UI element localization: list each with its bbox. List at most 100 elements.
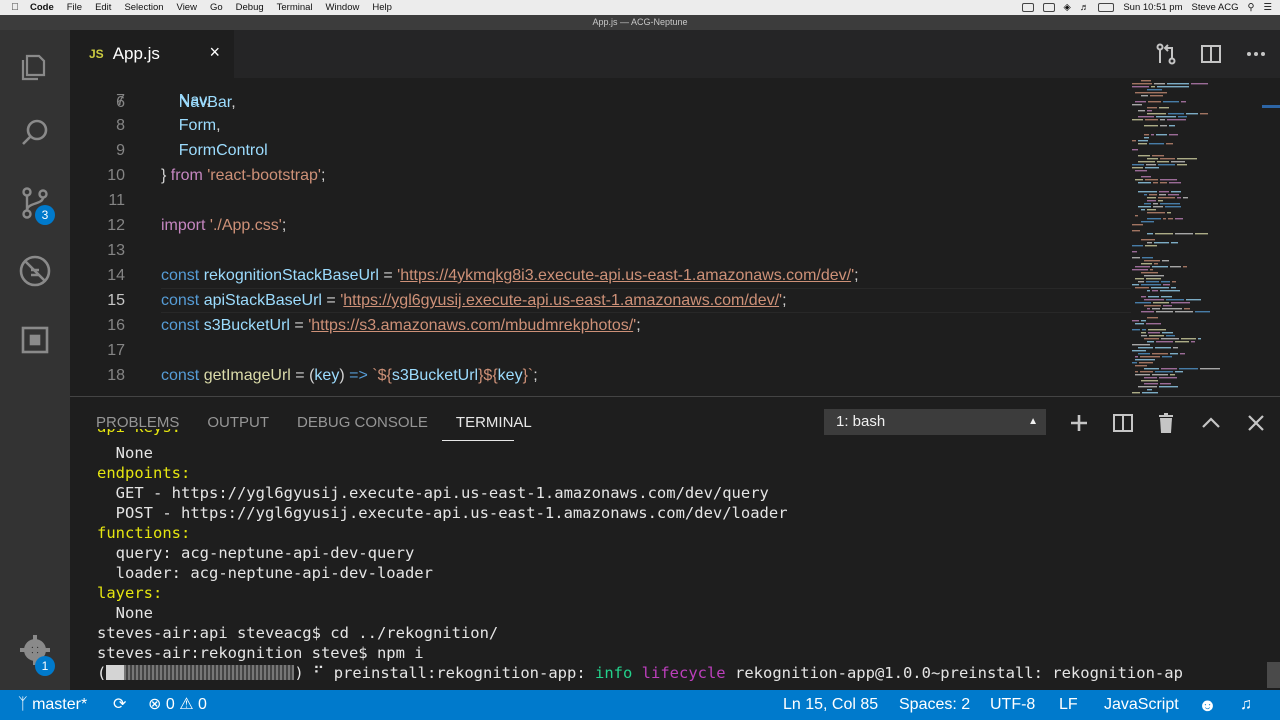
minimap-stroke (1153, 203, 1158, 205)
js-file-icon: JS (89, 47, 104, 61)
minimap-stroke (1175, 371, 1183, 373)
minimap-stroke (1157, 161, 1169, 163)
menu-selection[interactable]: Selection (124, 2, 163, 13)
tab-close-icon[interactable]: × (209, 42, 220, 63)
problems-indicator[interactable]: ⊗ 0 ⚠ 0 (148, 690, 207, 720)
minimap-stroke (1200, 368, 1220, 370)
minimap-stroke (1161, 368, 1177, 370)
editor-scrollbar[interactable] (1262, 78, 1280, 396)
code-line: 11 (70, 188, 1130, 213)
menu-terminal[interactable]: Terminal (277, 2, 313, 13)
terminal-output[interactable]: api keys: None endpoints: GET - https://y… (97, 429, 1267, 691)
minimap-stroke (1179, 368, 1198, 370)
minimap-stroke (1169, 134, 1178, 136)
terminal-select-value: 1: bash (836, 413, 886, 430)
code-editor[interactable]: 6 NavBar, 7 Nav, 8 Form, 9 FormControl 10} … (70, 78, 1280, 396)
apple-icon[interactable]:  (0, 2, 30, 13)
minimap-stroke (1141, 335, 1147, 337)
more-actions-icon[interactable] (1244, 42, 1268, 66)
menu-edit[interactable]: Edit (95, 2, 111, 13)
minimap-stroke (1168, 113, 1184, 115)
menu-debug[interactable]: Debug (236, 2, 264, 13)
display-icon[interactable] (1042, 3, 1055, 12)
wifi-icon[interactable]: ◈ (1064, 2, 1071, 13)
minimap-stroke (1155, 347, 1171, 349)
menu-go[interactable]: Go (210, 2, 223, 13)
minimap-stroke (1132, 251, 1137, 253)
cursor-position[interactable]: Ln 15, Col 85 (783, 690, 878, 720)
minimap-stroke (1154, 83, 1165, 85)
line-number: 18 (107, 367, 125, 384)
battery-icon[interactable] (1098, 3, 1115, 12)
minimap-stroke (1183, 266, 1187, 268)
code-line: 16 const s3BucketUrl = 'https://s3.amazon… (70, 313, 1130, 338)
code-text: } from 'react-bootstrap'; (161, 167, 326, 184)
minimap-stroke (1147, 317, 1158, 319)
minimap-stroke (1160, 119, 1165, 121)
notifications-bell-icon[interactable]: ♫ (1240, 690, 1252, 720)
minimap-stroke (1152, 353, 1168, 355)
git-branch[interactable]: ᛉ master* (18, 690, 87, 720)
menubar-user[interactable]: Steve ACG (1192, 2, 1239, 13)
minimap-stroke (1146, 164, 1156, 166)
scm-badge: 3 (35, 205, 55, 225)
indentation[interactable]: Spaces: 2 (899, 690, 970, 720)
sync-icon[interactable]: ⟳ (113, 690, 126, 720)
minimap-stroke (1149, 143, 1164, 145)
minimap-stroke (1147, 218, 1161, 220)
minimap-stroke (1148, 101, 1161, 103)
minimap-stroke (1138, 155, 1150, 157)
tab-app-js[interactable]: JS App.js × (70, 30, 234, 78)
screen-icon[interactable] (1021, 3, 1034, 12)
line-number: 13 (107, 242, 125, 259)
minimap-stroke (1166, 335, 1175, 337)
minimap-stroke (1140, 371, 1153, 373)
minimap-stroke (1141, 221, 1154, 223)
feedback-smiley-icon[interactable]: ☻ (1198, 690, 1217, 720)
minimap-stroke (1144, 383, 1158, 385)
minimap-stroke (1175, 233, 1193, 235)
search-icon[interactable] (15, 113, 55, 153)
bottom-panel: PROBLEMS OUTPUT DEBUG CONSOLE TERMINAL 1… (70, 396, 1280, 690)
minimap-stroke (1149, 335, 1164, 337)
minimap-stroke (1140, 356, 1160, 358)
minimap-stroke (1149, 194, 1157, 196)
menu-view[interactable]: View (177, 2, 197, 13)
explorer-icon[interactable] (15, 47, 55, 87)
minimap-stroke (1159, 191, 1169, 193)
language-mode[interactable]: JavaScript (1104, 690, 1179, 720)
volume-icon[interactable]: ♬ (1080, 2, 1090, 13)
code-line: 12 import './App.css'; (70, 213, 1130, 238)
control-center-icon[interactable]: ☰ (1263, 2, 1272, 13)
minimap-stroke (1165, 206, 1181, 208)
menu-app[interactable]: Code (30, 2, 54, 13)
encoding[interactable]: UTF-8 (990, 690, 1035, 720)
minimap-stroke (1144, 137, 1149, 139)
open-changes-icon[interactable] (1154, 42, 1178, 66)
terminal-scrollbar[interactable] (1267, 662, 1280, 688)
line-ending[interactable]: LF (1059, 690, 1078, 720)
menu-help[interactable]: Help (372, 2, 392, 13)
branch-icon: ᛉ (18, 696, 28, 713)
line-number: 16 (107, 317, 125, 334)
minimap-stroke (1173, 347, 1178, 349)
menu-window[interactable]: Window (326, 2, 360, 13)
minimap-stroke (1184, 308, 1190, 310)
menubar-clock[interactable]: Sun 10:51 pm (1123, 2, 1182, 13)
split-editor-icon[interactable] (1199, 42, 1223, 66)
minimap-stroke (1151, 134, 1154, 136)
minimap-stroke (1147, 242, 1152, 244)
minimap-stroke (1154, 263, 1158, 265)
minimap-stroke (1195, 311, 1210, 313)
debug-icon[interactable] (15, 251, 55, 291)
minimap[interactable] (1132, 78, 1262, 396)
minimap-stroke (1171, 242, 1178, 244)
minimap-stroke (1138, 347, 1153, 349)
menu-file[interactable]: File (67, 2, 82, 13)
terminal-line: steves-air:api steveacg$ cd ../rekogniti… (97, 624, 499, 642)
minimap-stroke (1163, 284, 1170, 286)
minimap-stroke (1132, 230, 1140, 232)
extensions-icon[interactable] (15, 320, 55, 360)
spotlight-icon[interactable]: ⚲ (1248, 2, 1255, 13)
minimap-stroke (1141, 80, 1151, 82)
